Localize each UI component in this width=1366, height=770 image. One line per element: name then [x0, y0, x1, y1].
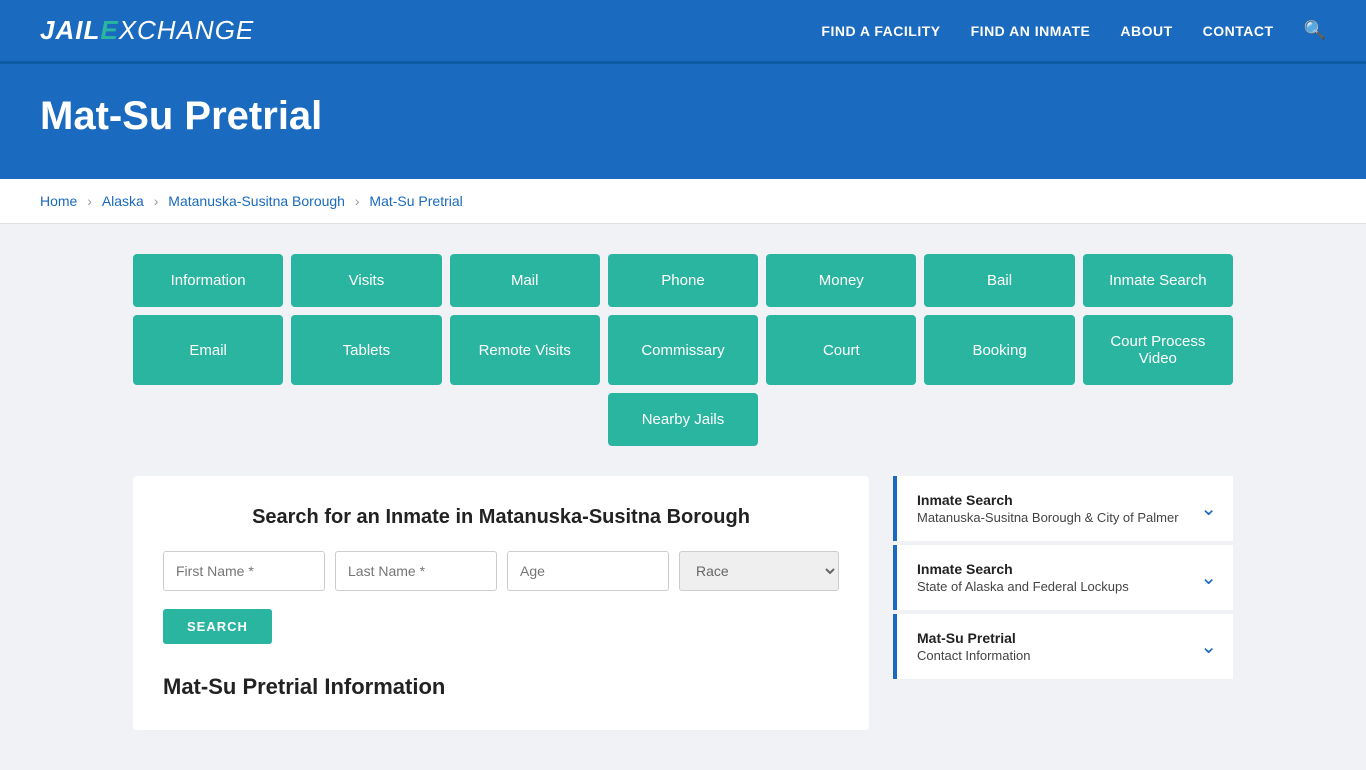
- button-grid-section: Information Visits Mail Phone Money Bail…: [0, 224, 1366, 456]
- sidebar-card-1-text: Inmate Search Matanuska-Susitna Borough …: [917, 492, 1179, 525]
- btn-court-process-video[interactable]: Court Process Video: [1083, 315, 1233, 385]
- breadcrumb-sep-3: ›: [355, 193, 364, 209]
- btn-court[interactable]: Court: [766, 315, 916, 385]
- nav-contact[interactable]: CONTACT: [1203, 23, 1274, 39]
- button-row-3: Nearby Jails: [133, 393, 1233, 446]
- button-row-1: Information Visits Mail Phone Money Bail…: [133, 254, 1233, 307]
- sidebar-card-3-title: Mat-Su Pretrial: [917, 630, 1030, 646]
- nav-find-facility[interactable]: FIND A FACILITY: [821, 23, 940, 39]
- search-panel: Search for an Inmate in Matanuska-Susitn…: [133, 476, 869, 730]
- sidebar-card-1-subtitle: Matanuska-Susitna Borough & City of Palm…: [917, 510, 1179, 525]
- logo-exchange-text: XCHANGE: [119, 15, 255, 45]
- info-section-heading: Mat-Su Pretrial Information: [163, 674, 839, 700]
- age-input[interactable]: [507, 551, 669, 591]
- sidebar-card-3-subtitle: Contact Information: [917, 648, 1030, 663]
- btn-bail[interactable]: Bail: [924, 254, 1074, 307]
- btn-mail[interactable]: Mail: [450, 254, 600, 307]
- btn-inmate-search[interactable]: Inmate Search: [1083, 254, 1233, 307]
- btn-booking[interactable]: Booking: [924, 315, 1074, 385]
- btn-money[interactable]: Money: [766, 254, 916, 307]
- content-section: Search for an Inmate in Matanuska-Susitn…: [0, 456, 1366, 770]
- nav-about[interactable]: ABOUT: [1120, 23, 1172, 39]
- sidebar-card-1-title: Inmate Search: [917, 492, 1179, 508]
- search-icon-button[interactable]: 🔍: [1304, 20, 1326, 41]
- breadcrumb-facility[interactable]: Mat-Su Pretrial: [369, 193, 462, 209]
- sidebar-card-3[interactable]: Mat-Su Pretrial Contact Information ⌄: [893, 614, 1233, 679]
- sidebar-card-2-text: Inmate Search State of Alaska and Federa…: [917, 561, 1129, 594]
- nav-links: FIND A FACILITY FIND AN INMATE ABOUT CON…: [821, 20, 1326, 41]
- site-logo[interactable]: JAILEXCHANGE: [40, 15, 254, 46]
- sidebar-card-2-subtitle: State of Alaska and Federal Lockups: [917, 579, 1129, 594]
- btn-commissary[interactable]: Commissary: [608, 315, 758, 385]
- btn-email[interactable]: Email: [133, 315, 283, 385]
- first-name-input[interactable]: [163, 551, 325, 591]
- btn-information[interactable]: Information: [133, 254, 283, 307]
- page-title: Mat-Su Pretrial: [40, 94, 1326, 139]
- sidebar-card-3-chevron: ⌄: [1200, 634, 1217, 659]
- btn-phone[interactable]: Phone: [608, 254, 758, 307]
- nav-find-inmate[interactable]: FIND AN INMATE: [971, 23, 1091, 39]
- content-layout: Search for an Inmate in Matanuska-Susitn…: [133, 476, 1233, 730]
- breadcrumb-sep-2: ›: [154, 193, 163, 209]
- logo-jail-text: JAIL: [40, 15, 100, 45]
- breadcrumb-alaska[interactable]: Alaska: [102, 193, 144, 209]
- button-row-2: Email Tablets Remote Visits Commissary C…: [133, 315, 1233, 385]
- btn-visits[interactable]: Visits: [291, 254, 441, 307]
- breadcrumb-borough[interactable]: Matanuska-Susitna Borough: [168, 193, 345, 209]
- hero-section: Mat-Su Pretrial: [0, 64, 1366, 179]
- right-sidebar: Inmate Search Matanuska-Susitna Borough …: [893, 476, 1233, 730]
- btn-nearby-jails[interactable]: Nearby Jails: [608, 393, 758, 446]
- navbar: JAILEXCHANGE FIND A FACILITY FIND AN INM…: [0, 0, 1366, 64]
- sidebar-card-2[interactable]: Inmate Search State of Alaska and Federa…: [893, 545, 1233, 610]
- btn-remote-visits[interactable]: Remote Visits: [450, 315, 600, 385]
- sidebar-card-2-title: Inmate Search: [917, 561, 1129, 577]
- breadcrumb-sep-1: ›: [87, 193, 96, 209]
- breadcrumb-home[interactable]: Home: [40, 193, 77, 209]
- race-select[interactable]: Race White Black Hispanic Asian Other: [679, 551, 839, 591]
- search-submit-button[interactable]: SEARCH: [163, 609, 272, 644]
- btn-tablets[interactable]: Tablets: [291, 315, 441, 385]
- search-title: Search for an Inmate in Matanuska-Susitn…: [163, 506, 839, 529]
- sidebar-card-1[interactable]: Inmate Search Matanuska-Susitna Borough …: [893, 476, 1233, 541]
- sidebar-card-1-chevron: ⌄: [1200, 496, 1217, 521]
- breadcrumb: Home › Alaska › Matanuska-Susitna Boroug…: [0, 179, 1366, 224]
- inmate-search-form: Race White Black Hispanic Asian Other: [163, 551, 839, 591]
- last-name-input[interactable]: [335, 551, 497, 591]
- sidebar-card-2-chevron: ⌄: [1200, 565, 1217, 590]
- logo-e-letter: E: [100, 15, 118, 45]
- sidebar-card-3-text: Mat-Su Pretrial Contact Information: [917, 630, 1030, 663]
